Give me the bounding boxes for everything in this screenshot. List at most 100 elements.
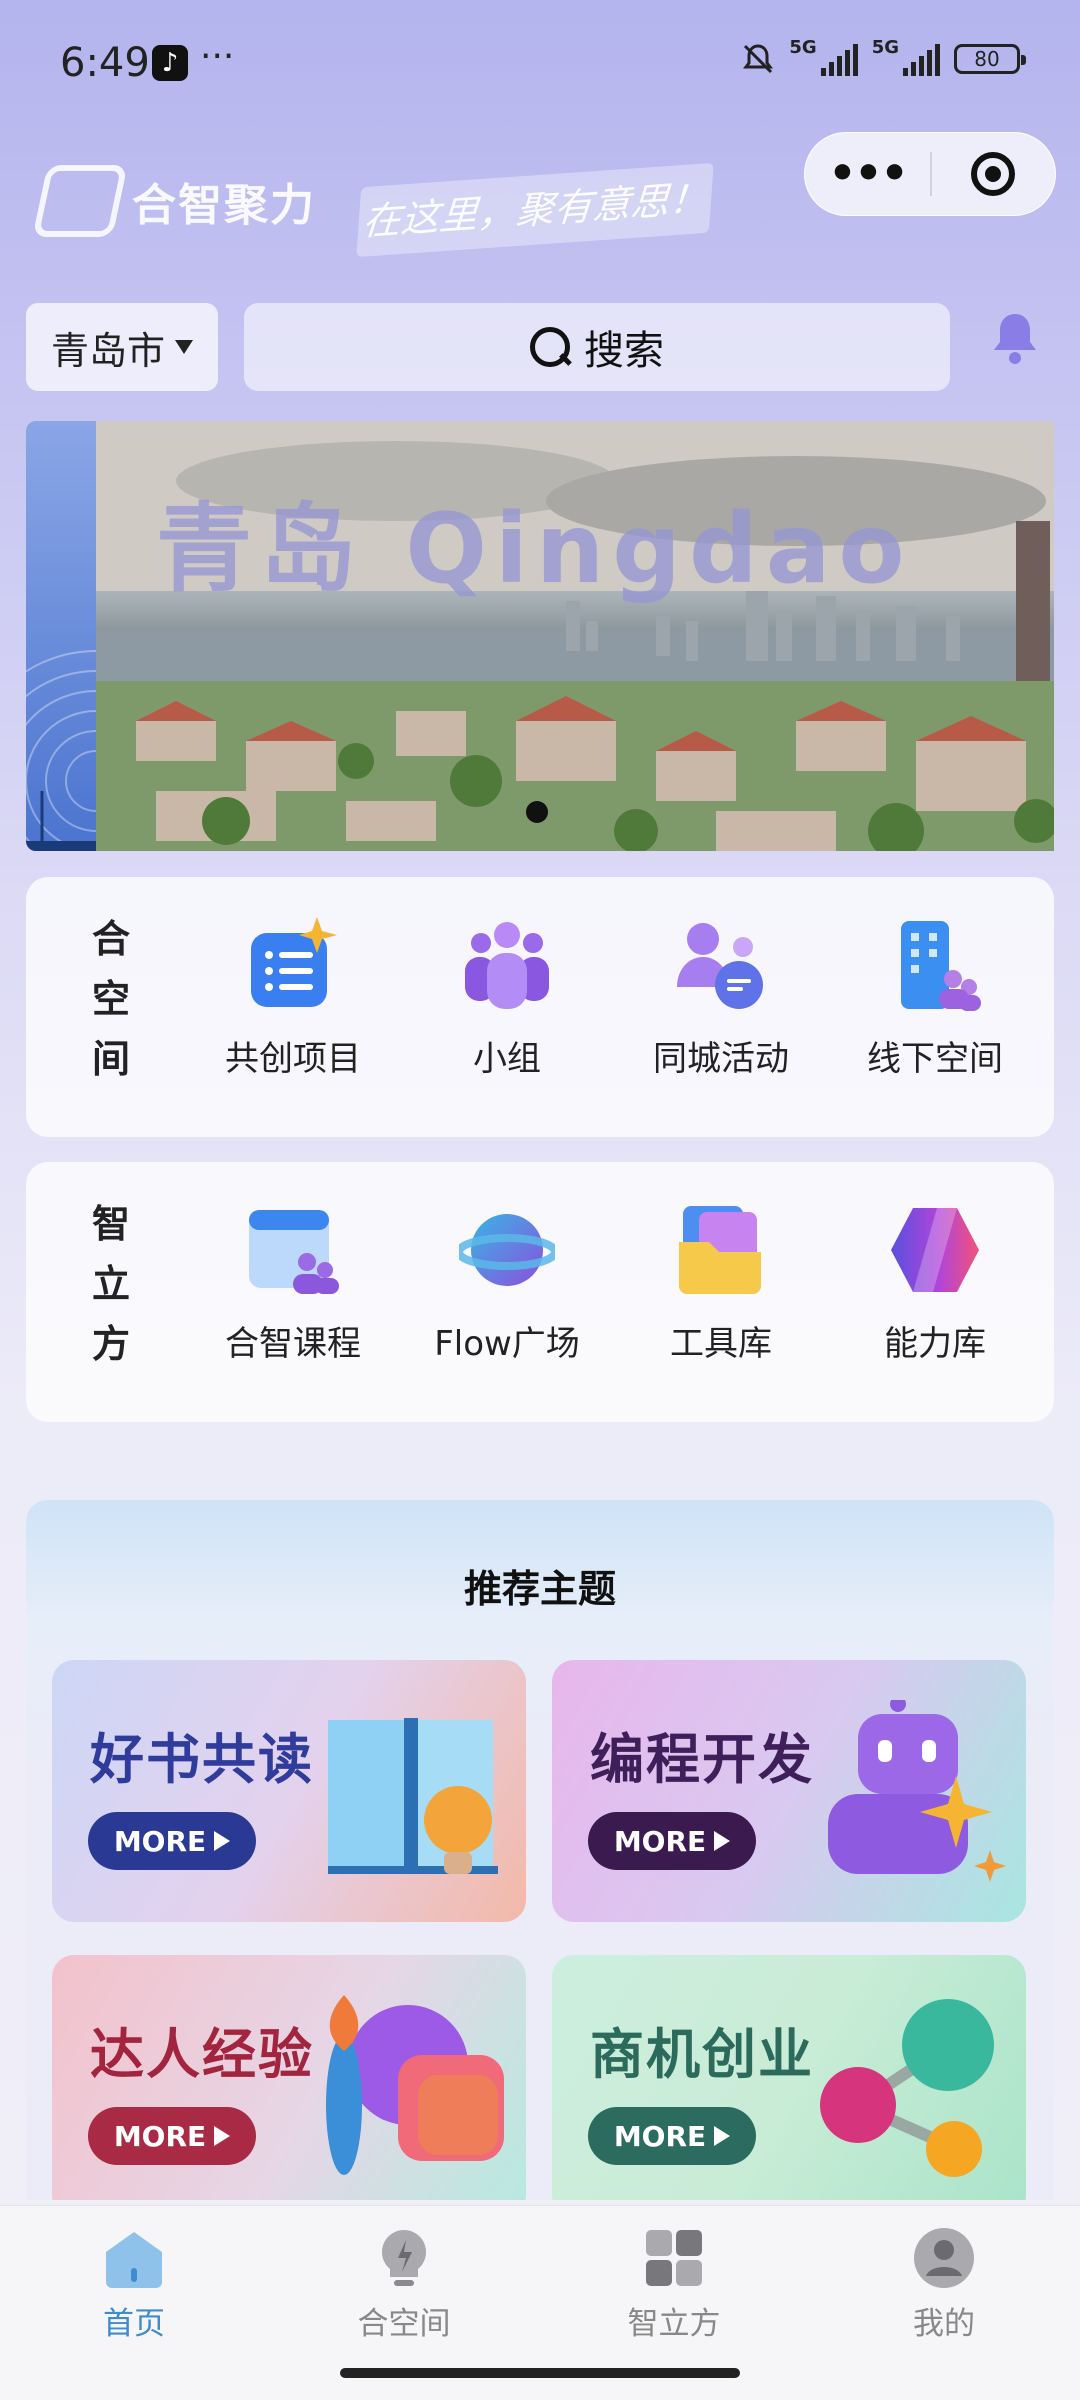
home-indicator [340,2368,740,2378]
grid-item-label: 能力库 [884,1324,986,1364]
more-button[interactable]: MORE [88,1812,256,1870]
grid-item-label: 工具库 [670,1324,772,1364]
grid-item-local-event[interactable]: 同城活动 [614,917,828,1080]
tab-zhilifang[interactable]: 智立方 [594,2226,754,2343]
city-label: 青岛市 [50,328,165,373]
building-icon [901,921,981,1011]
zhilifang-label: 智 立 方 [84,1194,138,1374]
grid-item-label: 合智课程 [225,1324,361,1364]
bell-muted-icon [743,44,774,74]
banner-title: 青岛 Qingdao [156,493,913,605]
caret-down-icon [175,340,193,354]
grid-item-group[interactable]: 小组 [400,917,614,1080]
book-bulb-icon [328,1718,498,1874]
hekongjian-label: 合 空 间 [84,909,138,1089]
hexagon-icon [891,1208,979,1292]
palette-brush-icon [326,1995,504,2175]
search-icon [530,327,570,367]
more-options-button[interactable]: ••• [805,132,930,216]
zhilifang-label-char: 方 [91,1322,130,1366]
play-icon [714,1831,731,1851]
more-label: MORE [113,1824,207,1858]
course-icon [249,1210,339,1294]
miniprogram-capsule: ••• [804,132,1056,216]
grid-item-offline-space[interactable]: 线下空间 [828,917,1042,1080]
hekongjian-card: 合 空 间 共创项目 小组 同城活动 线下空间 [26,877,1054,1137]
tab-mine[interactable]: 我的 [864,2226,1024,2343]
target-circle-icon [971,152,1016,196]
more-button[interactable]: MORE [588,2107,756,2165]
tab-hekongjian[interactable]: 合空间 [324,2226,484,2343]
zhilifang-grid: 合智课程 Flow广场 工具库 能力库 [186,1202,1042,1365]
signal-icon-1 [820,42,858,76]
grid-item-cocreate-project[interactable]: 共创项目 [186,917,400,1080]
tab-label: 智立方 [627,2306,721,2342]
theme-tile-reading[interactable]: 好书共读 MORE [52,1660,526,1922]
tile-title: 好书共读 [90,1728,314,1791]
network-label-2: 5G [871,36,899,58]
share-nodes-icon [820,1999,994,2177]
status-time: 6:49 [60,40,150,86]
carousel-indicator [526,801,548,823]
notification-bell-icon[interactable] [990,310,1040,366]
bulb-icon [381,2230,427,2286]
more-label: MORE [613,1824,707,1858]
zhilifang-label-char: 立 [91,1262,130,1306]
slogan: 在这里，聚有意思！ [356,162,714,258]
grid-icon [646,2230,702,2286]
status-more: ··· [200,36,235,77]
tile-title: 达人经验 [90,2023,314,2086]
hekongjian-label-char: 合 [91,917,130,961]
theme-tile-business[interactable]: 商机创业 MORE [552,1955,1026,2200]
project-sparkle-icon [251,917,337,1007]
recommended-section: 推荐主题 好书共读 MORE 编程开发 MORE 达人经验 MORE 商机创业 … [26,1500,1054,2200]
folder-icon [679,1206,761,1294]
play-icon [214,1831,231,1851]
logo-mark-icon [32,165,128,237]
robot-icon [828,1700,1006,1882]
theme-tile-expert[interactable]: 达人经验 MORE [52,1955,526,2200]
tab-label: 合空间 [357,2306,451,2342]
user-icon [914,2228,974,2288]
more-label: MORE [113,2119,207,2153]
more-button[interactable]: MORE [88,2107,256,2165]
grid-item-toolbox[interactable]: 工具库 [614,1202,828,1365]
tiktok-icon: ♪ [152,45,188,81]
battery-icon: 80 [954,44,1026,74]
grid-item-ability-library[interactable]: 能力库 [828,1202,1042,1365]
grid-item-course[interactable]: 合智课程 [186,1202,400,1365]
status-bar: 6:49 ♪ ··· 5G 5G 80 [0,0,1080,130]
recommended-title: 推荐主题 [463,1567,616,1611]
tab-label: 首页 [103,2306,165,2342]
hekongjian-label-char: 空 [91,977,130,1021]
chat-people-icon [677,923,763,1009]
tile-title: 编程开发 [590,1728,814,1791]
tile-title: 商机创业 [590,2023,814,2086]
grid-item-label: Flow广场 [434,1324,580,1364]
play-icon [714,2126,731,2146]
hekongjian-label-char: 间 [91,1037,130,1081]
tab-label: 我的 [913,2306,975,2342]
grid-item-label: 共创项目 [225,1039,361,1079]
grid-item-label: 小组 [473,1039,541,1079]
banner-carousel[interactable]: 青岛 Qingdao [96,421,1054,851]
app-logo: 合智聚力 [32,165,316,237]
status-icons: 5G 5G 80 [741,37,1026,76]
grid-item-label: 线下空间 [867,1039,1003,1079]
play-icon [214,2126,231,2146]
search-bar[interactable]: 搜索 [244,303,950,391]
banner-prev-slide[interactable] [26,421,96,851]
hekongjian-grid: 共创项目 小组 同城活动 线下空间 [186,917,1042,1080]
close-miniprogram-button[interactable] [932,152,1055,196]
network-label-1: 5G [789,36,817,58]
tab-home[interactable]: 首页 [54,2226,214,2343]
more-button[interactable]: MORE [588,1812,756,1870]
planet-icon [459,1214,555,1286]
zhilifang-label-char: 智 [91,1202,130,1246]
search-label: 搜索 [584,328,664,374]
theme-tile-programming[interactable]: 编程开发 MORE [552,1660,1026,1922]
group-icon [465,922,549,1009]
grid-item-flow-plaza[interactable]: Flow广场 [400,1202,614,1365]
city-selector[interactable]: 青岛市 [26,303,218,391]
grid-item-label: 同城活动 [653,1039,789,1079]
